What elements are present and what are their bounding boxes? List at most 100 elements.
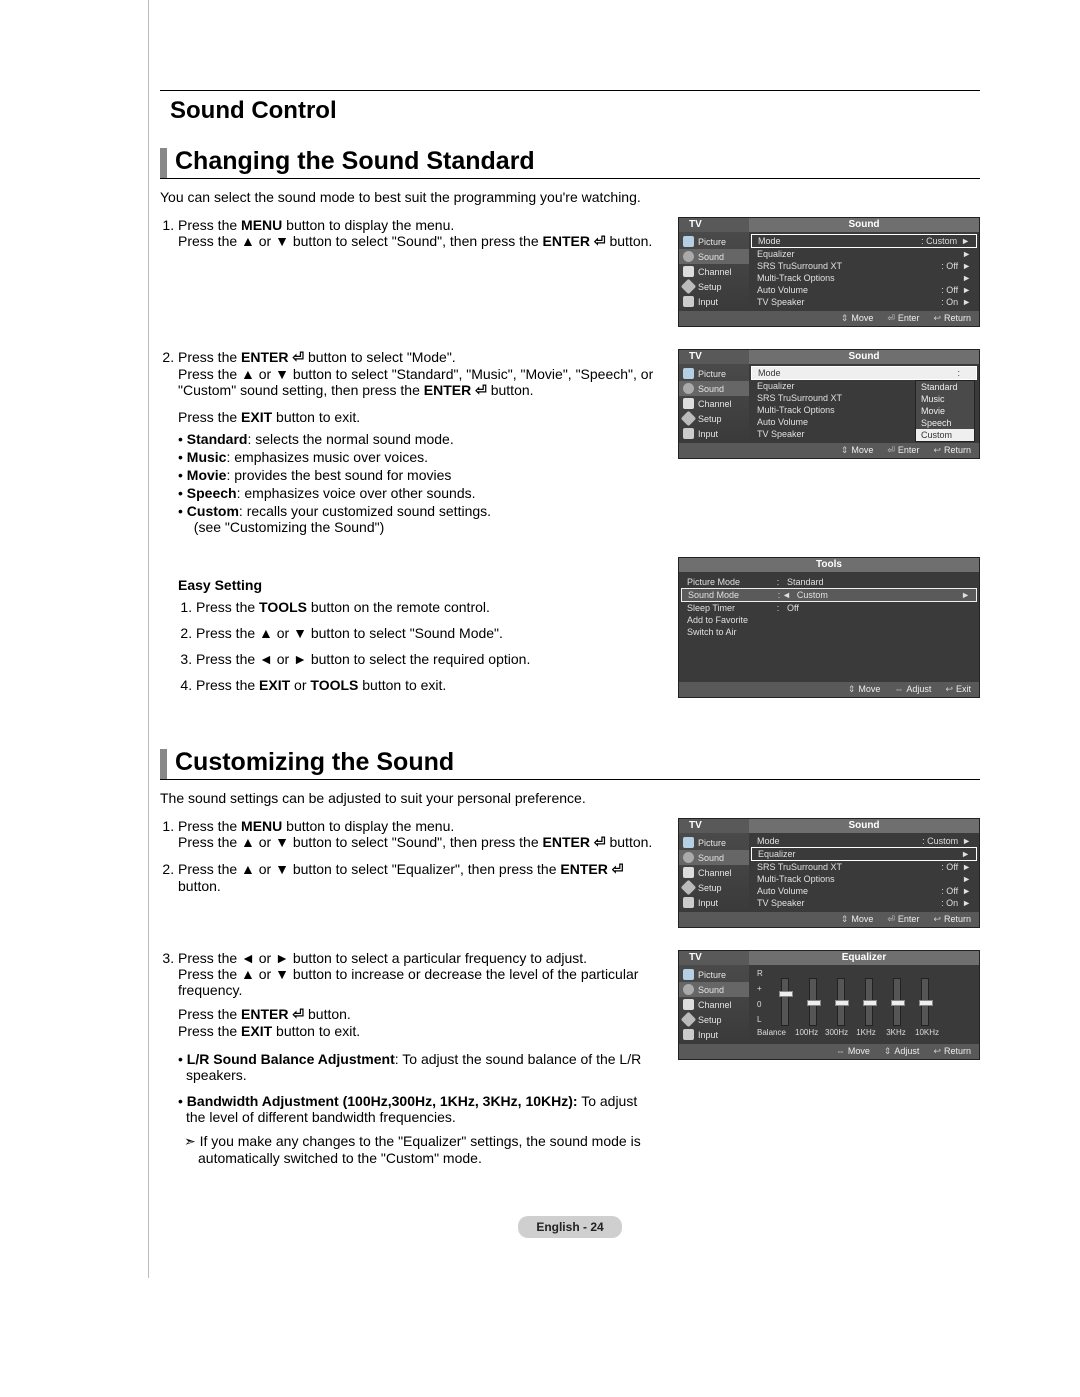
osd-tv-label: TV: [679, 819, 749, 833]
step-list: Press the MENU button to display the men…: [160, 818, 658, 894]
tools-row: Picture Mode:Standard: [681, 576, 977, 588]
sound-icon: [683, 251, 694, 262]
mode-description-list: Standard: selects the normal sound mode.…: [178, 431, 658, 535]
osd-menu-row: Mode: Custom►: [751, 835, 977, 847]
osd-menu-row: Equalizer►: [751, 248, 977, 260]
tools-row: Sound Mode:◄Custom►: [681, 588, 977, 602]
step-list: Press the ◄ or ► button to select a part…: [160, 950, 658, 1166]
osd-menu-row: Multi-Track Options►: [751, 873, 977, 885]
step-item: Press the ENTER ⏎ button to select "Mode…: [178, 349, 658, 535]
input-icon: [683, 428, 694, 439]
step-item: Press the MENU button to display the men…: [178, 217, 658, 250]
osd-footer-hint: Adjust: [884, 1046, 920, 1057]
osd-sound-menu: TV Sound Picture Sound Channel Setup Inp…: [678, 217, 980, 327]
osd-title: Sound: [749, 350, 979, 364]
osd-footer-hint: Move: [841, 914, 874, 925]
step-list: Press the ENTER ⏎ button to select "Mode…: [160, 349, 658, 535]
subsection-heading-row: Customizing the Sound: [160, 748, 980, 780]
tools-row: Switch to Air: [681, 626, 977, 638]
osd-sidebar: Picture Sound Channel Setup Input: [679, 965, 749, 1044]
eq-slider-1khz: [865, 978, 873, 1026]
subsection-heading-row: Changing the Sound Standard: [160, 147, 980, 179]
sound-icon: [683, 383, 694, 394]
osd-menu-row: Mode: Custom►: [751, 234, 977, 248]
osd-title: Equalizer: [749, 951, 979, 965]
step-item: Press the ◄ or ► button to select the re…: [196, 651, 658, 667]
channel-icon: [683, 398, 694, 409]
dropdown-option: Music: [916, 393, 974, 405]
page-number: English - 24: [160, 1216, 980, 1238]
mode-dropdown: StandardMusicMovieSpeechCustom: [915, 380, 975, 442]
step-item: Press the ◄ or ► button to select a part…: [178, 950, 658, 1166]
eq-slider-100hz: [809, 978, 817, 1026]
setup-icon: [681, 411, 697, 427]
osd-menu-row: Auto Volume: Off►: [751, 284, 977, 296]
sound-icon: [683, 984, 694, 995]
tools-row: Add to Favorite: [681, 614, 977, 626]
dropdown-option: Custom: [916, 429, 974, 441]
dropdown-option: Movie: [916, 405, 974, 417]
osd-equalizer: TV Equalizer Picture Sound Channel Setup…: [678, 950, 980, 1060]
adjust-description-list: Bandwidth Adjustment (100Hz,300Hz, 1KHz,…: [178, 1093, 658, 1125]
step-item: Press the TOOLS button on the remote con…: [196, 599, 658, 615]
osd-title: Sound: [749, 819, 979, 833]
intro-paragraph: You can select the sound mode to best su…: [160, 189, 980, 205]
osd-menu-row: SRS TruSurround XT: Off►: [751, 260, 977, 272]
osd-footer-hint: Return: [933, 445, 971, 456]
eq-slider-3khz: [893, 978, 901, 1026]
osd-sound-mode-dropdown: TV Sound Picture Sound Channel Setup Inp…: [678, 349, 980, 459]
osd-sound-equalizer-select: TV Sound Picture Sound Channel Setup Inp…: [678, 818, 980, 928]
tools-title: Tools: [679, 558, 979, 572]
easy-setting-heading: Easy Setting: [178, 577, 658, 593]
input-icon: [683, 897, 694, 908]
setup-icon: [681, 279, 697, 295]
eq-slider-balance: [781, 978, 789, 1026]
osd-tools-menu: Tools Picture Mode:StandardSound Mode:◄C…: [678, 557, 980, 698]
channel-icon: [683, 266, 694, 277]
dropdown-option: Speech: [916, 417, 974, 429]
osd-menu-row: TV Speaker: On►: [751, 897, 977, 909]
easy-step-list: Press the TOOLS button on the remote con…: [178, 599, 658, 693]
osd-tv-label: TV: [679, 951, 749, 965]
adjust-description-list: L/R Sound Balance Adjustment: To adjust …: [178, 1051, 658, 1083]
eq-slider-300hz: [837, 978, 845, 1026]
osd-menu-row: Mode:: [751, 366, 977, 380]
channel-icon: [683, 999, 694, 1010]
step-item: Press the ▲ or ▼ button to select "Sound…: [196, 625, 658, 641]
step-item: Press the EXIT or TOOLS button to exit.: [196, 677, 658, 693]
setup-icon: [681, 1012, 697, 1028]
subsection-heading: Customizing the Sound: [175, 748, 454, 777]
osd-footer-hint: Adjust: [894, 684, 931, 695]
osd-menu-row: TV Speaker: On►: [751, 296, 977, 308]
osd-tv-label: TV: [679, 218, 749, 232]
osd-footer-hint: Exit: [945, 684, 971, 695]
osd-footer-hint: Move: [836, 1046, 870, 1057]
osd-footer-hint: Move: [848, 684, 881, 695]
picture-icon: [683, 837, 694, 848]
osd-menu-row: Auto Volume: Off►: [751, 885, 977, 897]
step-list: Press the MENU button to display the men…: [160, 217, 658, 250]
osd-footer-hint: Enter: [887, 914, 919, 925]
setup-icon: [681, 880, 697, 896]
picture-icon: [683, 969, 694, 980]
channel-icon: [683, 867, 694, 878]
osd-sidebar: Picture Sound Channel Setup Input: [679, 833, 749, 912]
osd-footer-hint: Enter: [887, 445, 919, 456]
intro-paragraph: The sound settings can be adjusted to su…: [160, 790, 980, 806]
section-heading: Sound Control: [160, 97, 980, 125]
osd-menu-row: Multi-Track Options►: [751, 272, 977, 284]
osd-sidebar: Picture Sound Channel Setup Input: [679, 232, 749, 311]
step-item: Press the ▲ or ▼ button to select "Equal…: [178, 861, 658, 894]
input-icon: [683, 1029, 694, 1040]
subsection-heading: Changing the Sound Standard: [175, 147, 535, 176]
note-text: If you make any changes to the "Equalize…: [178, 1133, 658, 1166]
input-icon: [683, 296, 694, 307]
section-divider: [160, 90, 980, 91]
osd-footer-hint: Return: [933, 313, 971, 324]
osd-tv-label: TV: [679, 350, 749, 364]
osd-menu-row: SRS TruSurround XT: Off►: [751, 861, 977, 873]
osd-footer-hint: Enter: [887, 313, 919, 324]
osd-footer-hint: Return: [933, 914, 971, 925]
osd-footer-hint: Move: [841, 445, 874, 456]
picture-icon: [683, 368, 694, 379]
